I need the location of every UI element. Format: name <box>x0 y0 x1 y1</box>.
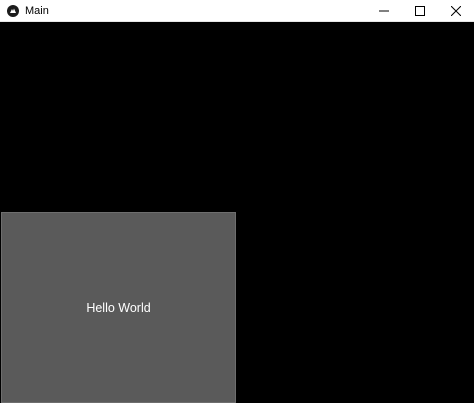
maximize-icon <box>415 6 425 16</box>
maximize-button[interactable] <box>402 0 438 22</box>
kivy-logo-icon <box>7 4 19 17</box>
minimize-icon <box>379 6 389 16</box>
window-title: Main <box>25 4 49 17</box>
app-window: Main Hello World <box>0 0 474 403</box>
minimize-button[interactable] <box>366 0 402 22</box>
app-content-area: Hello World <box>0 22 474 403</box>
close-button[interactable] <box>438 0 474 22</box>
hello-world-label: Hello World <box>86 300 151 315</box>
window-controls <box>366 0 474 22</box>
hello-world-button[interactable]: Hello World <box>1 212 236 403</box>
close-icon <box>451 6 461 16</box>
title-bar[interactable]: Main <box>0 0 474 22</box>
